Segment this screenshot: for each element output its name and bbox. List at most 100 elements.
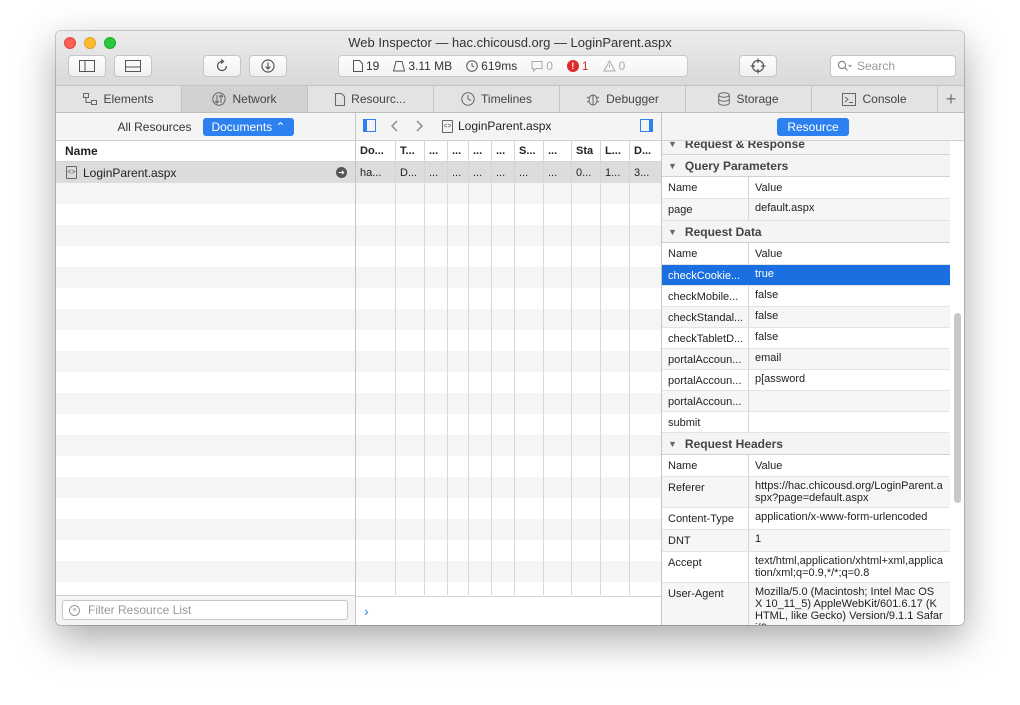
section-request-headers[interactable]: ▼ Request Headers — [662, 433, 950, 455]
empty-row — [56, 225, 355, 246]
table-row[interactable]: checkTabletD... false — [662, 328, 950, 349]
scope-all-resources[interactable]: All Resources — [117, 120, 191, 134]
tab-timelines[interactable]: Timelines — [434, 86, 560, 112]
dock-side-icon — [79, 60, 95, 72]
table-row[interactable]: Referer https://hac.chicousd.org/LoginPa… — [662, 477, 950, 508]
scope-bar: All Resources Documents ⌃ — [56, 113, 355, 141]
tab-storage[interactable]: Storage — [686, 86, 812, 112]
table-cell: ... — [544, 162, 572, 183]
table-row[interactable]: User-Agent Mozilla/5.0 (Macintosh; Intel… — [662, 583, 950, 625]
column-header[interactable]: D... — [630, 141, 661, 161]
tab-debugger[interactable]: Debugger — [560, 86, 686, 112]
filter-resource-input[interactable]: ≡ Filter Resource List — [62, 600, 348, 620]
column-header[interactable]: ... — [492, 141, 515, 161]
empty-row — [356, 267, 661, 288]
empty-row — [356, 372, 661, 393]
empty-row — [56, 288, 355, 309]
window-title: Web Inspector — hac.chicousd.org — Login… — [348, 35, 672, 50]
tab-network[interactable]: Network — [182, 86, 308, 112]
table-row[interactable]: Accept text/html,application/xhtml+xml,a… — [662, 552, 950, 583]
toggle-details-sidebar-icon[interactable] — [640, 119, 653, 132]
table-row[interactable]: checkCookie... true — [662, 265, 950, 286]
column-header[interactable]: ... — [425, 141, 448, 161]
column-header[interactable]: Sta — [572, 141, 601, 161]
name-column-header[interactable]: Name — [56, 141, 355, 162]
add-tab-button[interactable]: + — [938, 86, 964, 112]
forward-arrow-icon[interactable] — [416, 120, 424, 132]
inspect-element-button[interactable] — [739, 55, 777, 77]
search-field[interactable]: Search — [830, 55, 956, 77]
dock-bottom-button[interactable] — [114, 55, 152, 77]
reload-button[interactable] — [203, 55, 241, 77]
filter-icon: ≡ — [69, 604, 80, 616]
resource-tab-button[interactable]: Resource — [777, 117, 849, 136]
download-button[interactable] — [249, 55, 287, 77]
network-grid-panel: <> LoginParent.aspx Do... T... ... ... .… — [356, 113, 662, 625]
empty-row — [56, 498, 355, 519]
tab-console[interactable]: Console — [812, 86, 938, 112]
empty-row — [356, 435, 661, 456]
log-count[interactable]: 0 — [531, 59, 553, 73]
empty-row — [356, 582, 661, 595]
empty-row — [356, 414, 661, 435]
vertical-scrollbar[interactable] — [954, 313, 961, 503]
column-header[interactable]: ... — [448, 141, 469, 161]
empty-row — [56, 309, 355, 330]
column-header[interactable]: L... — [601, 141, 630, 161]
disclosure-triangle-icon: ▼ — [668, 141, 677, 149]
quick-console-prompt[interactable]: › — [356, 596, 661, 625]
grid-body — [356, 183, 661, 595]
details-header: Resource — [662, 113, 964, 141]
empty-row — [356, 309, 661, 330]
empty-row — [56, 435, 355, 456]
empty-row — [56, 351, 355, 372]
table-header-row: Name Value — [662, 243, 950, 265]
load-time: 619ms — [466, 59, 517, 73]
column-header[interactable]: ... — [469, 141, 492, 161]
crosshair-icon — [750, 58, 766, 74]
empty-row — [56, 561, 355, 582]
table-row[interactable]: page default.aspx — [662, 199, 950, 221]
disclosure-triangle-icon: ▼ — [668, 160, 677, 171]
empty-row — [356, 561, 661, 582]
dock-side-button[interactable] — [68, 55, 106, 77]
empty-row — [56, 477, 355, 498]
table-row[interactable]: portalAccoun... p[assword — [662, 370, 950, 391]
table-row[interactable]: checkStandal... false — [662, 307, 950, 328]
back-arrow-icon[interactable] — [390, 120, 398, 132]
section-request-data[interactable]: ▼ Request Data — [662, 221, 950, 243]
column-header[interactable]: T... — [396, 141, 425, 161]
table-row[interactable]: Content-Type application/x-www-form-urle… — [662, 508, 950, 530]
toggle-navigation-sidebar-icon[interactable] — [363, 119, 376, 132]
resource-size: 3.11 MB — [393, 59, 452, 73]
table-row[interactable]: submit — [662, 412, 950, 433]
activity-viewer[interactable]: 19 3.11 MB 619ms 0 ! 1 0 — [338, 55, 688, 77]
dock-bottom-icon — [125, 60, 141, 72]
section-request-response[interactable]: ▼ Request & Response — [662, 141, 950, 155]
empty-row — [56, 183, 355, 204]
table-row[interactable]: checkMobile... false — [662, 286, 950, 307]
list-item[interactable]: <> LoginParent.aspx ➜ — [56, 162, 355, 183]
column-header[interactable]: ... — [544, 141, 572, 161]
column-header[interactable]: Do... — [356, 141, 396, 161]
warning-count[interactable]: 0 — [602, 59, 625, 73]
tab-elements[interactable]: Elements — [56, 86, 182, 112]
table-row[interactable]: portalAccoun... — [662, 391, 950, 412]
empty-row — [356, 540, 661, 561]
tab-resources[interactable]: Resourc... — [308, 86, 434, 112]
warning-icon — [602, 60, 616, 72]
error-count[interactable]: ! 1 — [566, 59, 589, 73]
go-to-arrow-icon[interactable]: ➜ — [336, 167, 347, 178]
table-cell: ... — [469, 162, 492, 183]
table-cell: 0... — [572, 162, 601, 183]
section-query-parameters[interactable]: ▼ Query Parameters — [662, 155, 950, 177]
breadcrumb[interactable]: <> LoginParent.aspx — [442, 119, 551, 133]
empty-row — [356, 204, 661, 225]
table-cell: 1... — [601, 162, 630, 183]
table-row[interactable]: portalAccoun... email — [662, 349, 950, 370]
scope-documents[interactable]: Documents ⌃ — [203, 117, 294, 136]
table-row[interactable]: ha... D... ... ... ... ... ... ... 0... … — [356, 162, 661, 183]
column-header[interactable]: S... — [515, 141, 544, 161]
empty-row — [56, 330, 355, 351]
table-row[interactable]: DNT 1 — [662, 530, 950, 552]
